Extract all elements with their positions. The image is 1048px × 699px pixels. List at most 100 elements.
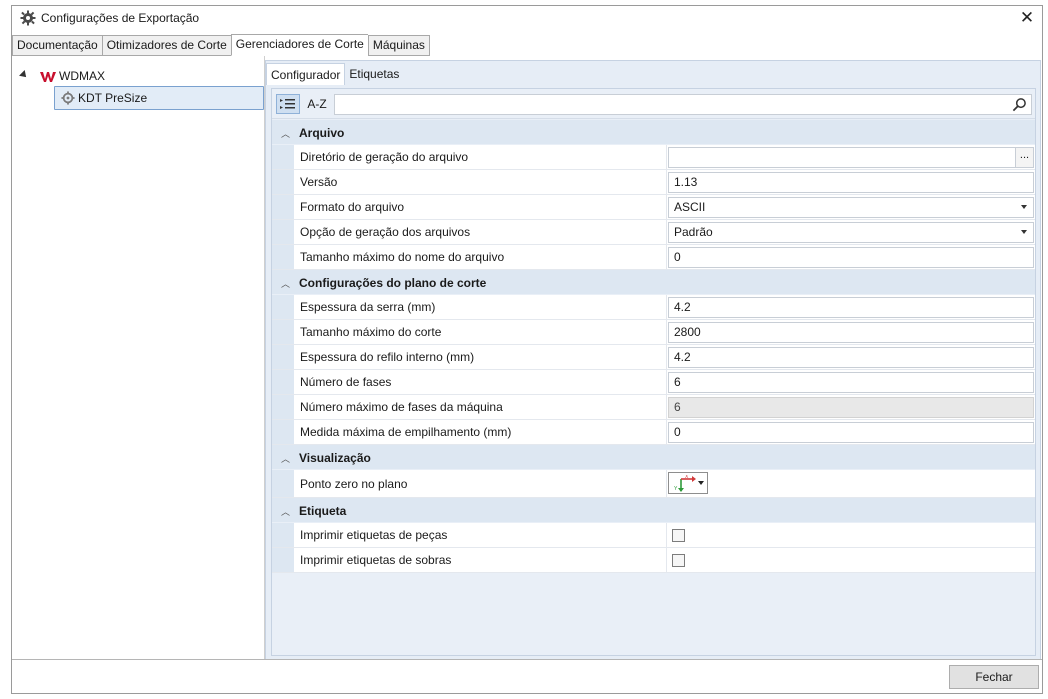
collapse-chevron-icon[interactable]: ︿ <box>281 505 290 518</box>
property-row: Espessura do refilo interno (mm) 4.2 <box>272 345 1035 370</box>
version-input[interactable]: 1.13 <box>668 172 1034 193</box>
row-gutter <box>272 370 294 394</box>
tree-root-label: WDMAX <box>59 69 105 83</box>
property-name: Formato do arquivo <box>294 195 667 219</box>
print-leftover-labels-checkbox[interactable] <box>672 554 685 567</box>
property-name: Versão <box>294 170 667 194</box>
sub-tabs: Configurador Etiquetas <box>266 63 403 85</box>
zero-point-picker[interactable]: X Y <box>668 472 708 494</box>
property-name: Imprimir etiquetas de sobras <box>294 548 667 572</box>
property-row: Imprimir etiquetas de sobras <box>272 548 1035 573</box>
axis-y-label: Y <box>674 486 678 492</box>
dropdown-arrow-icon[interactable] <box>698 481 704 485</box>
property-row: Versão 1.13 <box>272 170 1035 195</box>
tree-panel: WDMAX KDT PreSize <box>12 56 264 660</box>
property-row: Ponto zero no plano X Y <box>272 470 1035 498</box>
collapse-chevron-icon[interactable]: ︿ <box>281 277 290 290</box>
categorized-view-button[interactable] <box>276 94 300 114</box>
category-arquivo[interactable]: ︿ Arquivo <box>272 120 1035 145</box>
expand-arrow-icon[interactable] <box>19 70 29 80</box>
property-row: Diretório de geração do arquivo ... <box>272 145 1035 170</box>
tab-etiquetas[interactable]: Etiquetas <box>345 63 403 85</box>
category-label: Etiqueta <box>299 504 347 518</box>
property-name: Espessura da serra (mm) <box>294 295 667 319</box>
title-bar: Configurações de Exportação ✕ <box>12 6 1042 30</box>
row-gutter <box>272 195 294 219</box>
property-row: Espessura da serra (mm) 4.2 <box>272 295 1035 320</box>
property-name: Tamanho máximo do nome do arquivo <box>294 245 667 269</box>
file-generation-option-select[interactable]: Padrão <box>668 222 1034 243</box>
category-label: Configurações do plano de corte <box>299 276 487 290</box>
property-search-input[interactable] <box>334 94 1032 115</box>
wdmax-logo-icon <box>40 72 56 82</box>
property-rows: ︿ Arquivo Diretório de geração do arquiv… <box>272 120 1035 573</box>
property-name: Medida máxima de empilhamento (mm) <box>294 420 667 444</box>
row-gutter <box>272 245 294 269</box>
browse-button[interactable]: ... <box>1015 148 1033 167</box>
row-gutter <box>272 548 294 572</box>
row-gutter <box>272 320 294 344</box>
tree-child-label: KDT PreSize <box>78 91 148 105</box>
row-gutter <box>272 295 294 319</box>
output-directory-input[interactable]: ... <box>668 147 1034 168</box>
property-name: Diretório de geração do arquivo <box>294 145 667 169</box>
print-part-labels-checkbox[interactable] <box>672 529 685 542</box>
search-icon[interactable] <box>1012 97 1027 112</box>
tree-item-wdmax[interactable]: WDMAX <box>12 66 252 86</box>
property-grid-toolbar: A-Z <box>272 89 1035 119</box>
property-name: Imprimir etiquetas de peças <box>294 523 667 547</box>
property-row: Medida máxima de empilhamento (mm) 0 <box>272 420 1035 445</box>
max-stacking-input[interactable]: 0 <box>668 422 1034 443</box>
row-gutter <box>272 420 294 444</box>
tree-item-kdt-presize[interactable]: KDT PreSize <box>54 86 264 110</box>
row-gutter <box>272 395 294 419</box>
tab-gerenciadores-de-corte[interactable]: Gerenciadores de Corte <box>230 34 368 56</box>
property-row: Número de fases 6 <box>272 370 1035 395</box>
window-title: Configurações de Exportação <box>41 11 200 25</box>
category-label: Arquivo <box>299 126 345 140</box>
row-gutter <box>272 170 294 194</box>
tab-documentacao[interactable]: Documentação <box>12 35 102 56</box>
internal-trim-thickness-input[interactable]: 4.2 <box>668 347 1034 368</box>
row-gutter <box>272 220 294 244</box>
row-gutter <box>272 145 294 169</box>
max-cut-size-input[interactable]: 2800 <box>668 322 1034 343</box>
property-name: Opção de geração dos arquivos <box>294 220 667 244</box>
gear-icon <box>61 91 75 105</box>
property-name: Tamanho máximo do corte <box>294 320 667 344</box>
property-row: Imprimir etiquetas de peças <box>272 523 1035 548</box>
phase-count-input[interactable]: 6 <box>668 372 1034 393</box>
category-visualizacao[interactable]: ︿ Visualização <box>272 445 1035 470</box>
collapse-chevron-icon[interactable]: ︿ <box>281 127 290 140</box>
footer-divider <box>12 659 1042 660</box>
file-format-select[interactable]: ASCII <box>668 197 1034 218</box>
category-etiqueta[interactable]: ︿ Etiqueta <box>272 498 1035 523</box>
row-gutter <box>272 345 294 369</box>
category-plano-de-corte[interactable]: ︿ Configurações do plano de corte <box>272 270 1035 295</box>
tab-otimizadores-de-corte[interactable]: Otimizadores de Corte <box>101 35 231 56</box>
close-button[interactable]: Fechar <box>949 665 1039 689</box>
property-name: Número máximo de fases da máquina <box>294 395 667 419</box>
property-name: Ponto zero no plano <box>294 470 667 497</box>
main-tabs: Documentação Otimizadores de Corte Geren… <box>12 34 430 56</box>
property-name: Número de fases <box>294 370 667 394</box>
axis-origin-icon: X Y <box>674 475 696 492</box>
alphabetical-view-button[interactable]: A-Z <box>303 94 331 114</box>
property-row: Tamanho máximo do corte 2800 <box>272 320 1035 345</box>
tab-configurador[interactable]: Configurador <box>266 63 346 85</box>
property-row: Formato do arquivo ASCII <box>272 195 1035 220</box>
tab-maquinas[interactable]: Máquinas <box>367 35 430 56</box>
max-machine-phases-readonly: 6 <box>668 397 1034 418</box>
property-row: Opção de geração dos arquivos Padrão <box>272 220 1035 245</box>
gear-icon <box>20 10 36 26</box>
settings-panel: Configurador Etiquetas A-Z ︿ Arquivo Dir… <box>265 60 1041 660</box>
property-row: Número máximo de fases da máquina 6 <box>272 395 1035 420</box>
row-gutter <box>272 470 294 497</box>
property-row: Tamanho máximo do nome do arquivo 0 <box>272 245 1035 270</box>
close-icon[interactable]: ✕ <box>1016 8 1038 28</box>
property-name: Espessura do refilo interno (mm) <box>294 345 667 369</box>
saw-thickness-input[interactable]: 4.2 <box>668 297 1034 318</box>
collapse-chevron-icon[interactable]: ︿ <box>281 452 290 465</box>
property-grid: A-Z ︿ Arquivo Diretório de geração do ar… <box>271 88 1036 656</box>
max-filename-length-input[interactable]: 0 <box>668 247 1034 268</box>
